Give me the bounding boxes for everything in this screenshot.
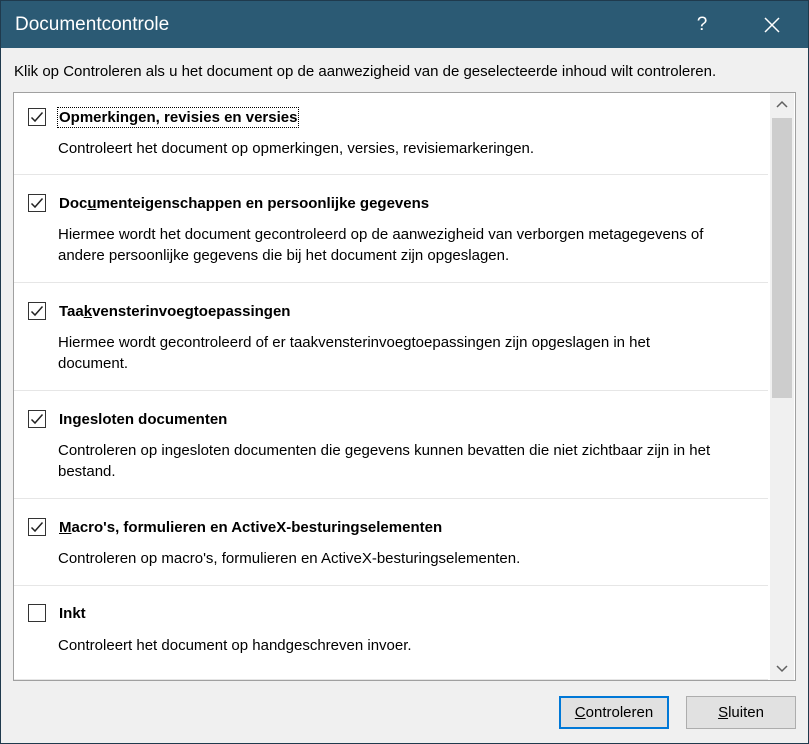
list-item-document-properties: Documenteigenschappen en persoonlijke ge… bbox=[14, 175, 768, 283]
list-item-embedded-documents: Ingesloten documenten Controleren op ing… bbox=[14, 391, 768, 499]
scroll-down-button[interactable] bbox=[770, 658, 794, 680]
checkmark-icon bbox=[30, 198, 44, 209]
document-inspector-dialog: Documentcontrole ? Klik op Controleren a… bbox=[0, 0, 809, 744]
chevron-down-icon bbox=[776, 665, 788, 673]
checkmark-icon bbox=[30, 306, 44, 317]
item-description-comments: Controleert het document op opmerkingen,… bbox=[58, 140, 535, 157]
description-line: bestand. bbox=[58, 463, 116, 480]
chevron-up-icon bbox=[776, 100, 788, 108]
checkbox-embedded-documents[interactable] bbox=[28, 410, 46, 428]
window-title: Documentcontrole bbox=[15, 14, 170, 35]
inspection-list-content: Opmerkingen, revisies en versies Control… bbox=[14, 93, 768, 680]
close-button[interactable] bbox=[753, 9, 791, 41]
instruction-text: Klik op Controleren als u het document o… bbox=[14, 63, 717, 80]
access-key: C bbox=[574, 704, 586, 721]
title-bar[interactable]: Documentcontrole ? bbox=[1, 1, 808, 48]
access-key: k bbox=[83, 303, 93, 320]
item-title-embedded-documents[interactable]: Ingesloten documenten bbox=[59, 411, 227, 428]
scrollbar-thumb[interactable] bbox=[772, 118, 792, 398]
checkmark-icon bbox=[30, 522, 44, 533]
checkbox-ink[interactable] bbox=[28, 604, 46, 622]
button-label: luiten bbox=[728, 704, 764, 721]
checkbox-macros[interactable] bbox=[28, 518, 46, 536]
list-item-ink: Inkt Controleert het document op handges… bbox=[14, 586, 768, 680]
checkbox-document-properties[interactable] bbox=[28, 194, 46, 212]
title-part: vensterinvoegtoepassingen bbox=[92, 303, 291, 320]
access-key: u bbox=[87, 195, 97, 212]
vertical-scrollbar[interactable] bbox=[770, 93, 794, 680]
item-title-taskpane-addins[interactable]: Taakvensterinvoegtoepassingen bbox=[59, 303, 290, 320]
checkbox-taskpane-addins[interactable] bbox=[28, 302, 46, 320]
list-item-comments: Opmerkingen, revisies en versies Control… bbox=[14, 93, 768, 175]
checkmark-icon bbox=[30, 112, 44, 123]
item-title-document-properties[interactable]: Documenteigenschappen en persoonlijke ge… bbox=[59, 195, 429, 212]
close-dialog-button[interactable]: Sluiten bbox=[686, 696, 796, 729]
item-divider bbox=[14, 679, 768, 680]
description-line: Controleren op ingesloten documenten die… bbox=[58, 442, 711, 459]
close-icon bbox=[764, 17, 780, 33]
description-line: Hiermee wordt gecontroleerd of er taakve… bbox=[58, 334, 651, 351]
item-title-ink[interactable]: Inkt bbox=[59, 605, 86, 622]
item-description-taskpane-addins: Hiermee wordt gecontroleerd of er taakve… bbox=[58, 332, 758, 374]
item-description-document-properties: Hiermee wordt het document gecontroleerd… bbox=[58, 224, 758, 266]
help-button[interactable]: ? bbox=[683, 9, 721, 41]
item-title-comments[interactable]: Opmerkingen, revisies en versies bbox=[56, 107, 300, 128]
access-key: M bbox=[59, 519, 72, 536]
title-part: Doc bbox=[59, 195, 88, 212]
description-line: andere persoonlijke gegevens die bij het… bbox=[58, 247, 510, 264]
title-part: acro's, formulieren en ActiveX-besturing… bbox=[71, 519, 443, 536]
help-icon: ? bbox=[696, 14, 708, 35]
button-label: ontroleren bbox=[585, 704, 654, 721]
description-line: document. bbox=[58, 355, 129, 372]
item-description-macros: Controleren op macro's, formulieren en A… bbox=[58, 550, 521, 567]
description-line: Hiermee wordt het document gecontroleerd… bbox=[58, 226, 704, 243]
item-description-embedded-documents: Controleren op ingesloten documenten die… bbox=[58, 440, 758, 482]
title-part: menteigenschappen en persoonlijke gegeve… bbox=[96, 195, 430, 212]
scroll-up-button[interactable] bbox=[770, 93, 794, 115]
check-button[interactable]: Controleren bbox=[559, 696, 669, 729]
item-title-macros[interactable]: Macro's, formulieren en ActiveX-besturin… bbox=[59, 519, 442, 536]
item-description-ink: Controleert het document op handgeschrev… bbox=[58, 637, 412, 654]
list-item-macros: Macro's, formulieren en ActiveX-besturin… bbox=[14, 499, 768, 586]
inspection-list[interactable]: Opmerkingen, revisies en versies Control… bbox=[13, 92, 796, 681]
checkbox-comments[interactable] bbox=[28, 108, 46, 126]
list-item-taskpane-addins: Taakvensterinvoegtoepassingen Hiermee wo… bbox=[14, 283, 768, 391]
checkmark-icon bbox=[30, 414, 44, 425]
access-key: S bbox=[718, 704, 729, 721]
title-part: Taa bbox=[59, 303, 84, 320]
